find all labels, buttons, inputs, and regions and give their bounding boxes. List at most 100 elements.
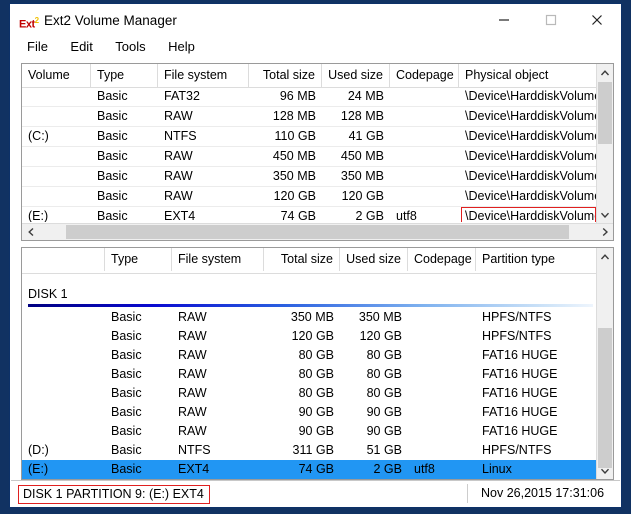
cell-volume: (E:)	[22, 207, 91, 222]
scroll-down-button[interactable]	[597, 462, 613, 479]
table-row[interactable]: BasicRAW90 GB90 GBFAT16 HUGE	[22, 422, 596, 441]
cell-ptype: FAT16 HUGE	[476, 384, 596, 403]
cell-codepage	[390, 127, 459, 146]
volumes-header-row: VolumeTypeFile systemTotal sizeUsed size…	[22, 64, 613, 88]
cell-used: 80 GB	[340, 384, 408, 403]
cell-codepage	[390, 107, 459, 126]
disk-group-header[interactable]: DISK 1	[22, 286, 596, 308]
status-divider	[467, 484, 468, 503]
cell-type: Basic	[91, 207, 158, 222]
table-row[interactable]: BasicFAT3296 MB24 MB\Device\HarddiskVolu…	[22, 87, 596, 107]
table-row[interactable]: BasicRAW90 GB90 GBFAT16 HUGE	[22, 403, 596, 422]
partitions-list[interactable]: DISK 1BasicRAW350 MB350 MBHPFS/NTFSBasic…	[22, 273, 596, 479]
cell-volume	[22, 167, 91, 186]
cell-physical: \Device\HarddiskVolume4	[459, 127, 596, 146]
table-row[interactable]: (C:)BasicNTFS110 GB41 GB\Device\Harddisk…	[22, 127, 596, 147]
partitions-column-header-total[interactable]: Total size	[264, 248, 340, 271]
table-row[interactable]: (E:)BasicEXT474 GB2 GButf8\Device\Harddi…	[22, 207, 596, 222]
cell-codepage: utf8	[408, 460, 476, 479]
scroll-thumb[interactable]	[598, 328, 612, 468]
cell-used: 24 MB	[322, 87, 390, 106]
volumes-column-header-type[interactable]: Type	[91, 64, 158, 87]
close-button[interactable]	[574, 4, 620, 35]
volumes-vertical-scrollbar[interactable]	[596, 64, 613, 223]
cell-fs: RAW	[172, 346, 264, 365]
partitions-vertical-scrollbar[interactable]	[596, 248, 613, 479]
partitions-column-header-fs[interactable]: File system	[172, 248, 264, 271]
cell-codepage: utf8	[390, 207, 459, 222]
scroll-up-button[interactable]	[597, 248, 613, 265]
scroll-down-button[interactable]	[597, 206, 613, 223]
cell-total: 120 GB	[249, 187, 322, 206]
minimize-button[interactable]	[481, 4, 527, 35]
partitions-column-header-ptype[interactable]: Partition type	[476, 248, 598, 271]
cell-codepage	[408, 384, 476, 403]
cell-total: 80 GB	[264, 384, 340, 403]
volumes-list[interactable]: BasicFAT3296 MB24 MB\Device\HarddiskVolu…	[22, 87, 596, 222]
cell-used: 90 GB	[340, 422, 408, 441]
list-spacer	[22, 273, 596, 286]
table-row[interactable]: (D:)BasicNTFS311 GB51 GBHPFS/NTFS	[22, 441, 596, 460]
status-selection-label: DISK 1 PARTITION 9: (E:) EXT4	[18, 485, 210, 504]
table-row[interactable]: BasicRAW120 GB120 GB\Device\HarddiskVolu…	[22, 187, 596, 207]
table-row[interactable]: BasicRAW120 GB120 GBHPFS/NTFS	[22, 327, 596, 346]
volumes-column-header-volume[interactable]: Volume	[22, 64, 91, 87]
volumes-column-header-used[interactable]: Used size	[322, 64, 390, 87]
cell-used: 450 MB	[322, 147, 390, 166]
menu-item-tools[interactable]: Tools	[106, 38, 154, 56]
maximize-button[interactable]	[528, 4, 574, 35]
partitions-column-header-used[interactable]: Used size	[340, 248, 408, 271]
table-row[interactable]: BasicRAW80 GB80 GBFAT16 HUGE	[22, 346, 596, 365]
partitions-header-row: TypeFile systemTotal sizeUsed sizeCodepa…	[22, 248, 613, 274]
menu-item-file[interactable]: File	[21, 38, 57, 56]
cell-volume	[22, 346, 105, 365]
cell-volume	[22, 365, 105, 384]
partitions-column-header-codepage[interactable]: Codepage	[408, 248, 476, 271]
cell-codepage	[408, 441, 476, 460]
volumes-column-header-fs[interactable]: File system	[158, 64, 249, 87]
cell-used: 41 GB	[322, 127, 390, 146]
app-icon-superscript: 2	[35, 16, 39, 25]
cell-fs: RAW	[158, 167, 249, 186]
scroll-up-button[interactable]	[597, 64, 613, 81]
disk-group-underline	[28, 304, 593, 307]
menu-bar: File Edit Tools Help	[10, 38, 621, 61]
cell-fs: RAW	[172, 403, 264, 422]
table-row-selected[interactable]: (E:)BasicEXT474 GB2 GButf8Linux	[22, 460, 596, 479]
cell-used: 120 GB	[322, 187, 390, 206]
cell-total: 128 MB	[249, 107, 322, 126]
volumes-column-header-physical[interactable]: Physical object	[459, 64, 598, 87]
volumes-horizontal-scrollbar[interactable]	[22, 223, 613, 240]
cell-volume	[22, 107, 91, 126]
partitions-column-header-volume[interactable]	[22, 248, 105, 271]
scroll-thumb[interactable]	[66, 225, 569, 239]
cell-volume	[22, 308, 105, 327]
menu-item-edit[interactable]: Edit	[61, 38, 101, 56]
cell-codepage	[408, 308, 476, 327]
volumes-column-header-codepage[interactable]: Codepage	[390, 64, 459, 87]
cell-type: Basic	[105, 384, 172, 403]
table-row[interactable]: BasicRAW350 MB350 MBHPFS/NTFS	[22, 308, 596, 327]
scroll-right-button[interactable]	[596, 224, 613, 240]
cell-fs: EXT4	[172, 460, 264, 479]
cell-volume	[22, 384, 105, 403]
volumes-column-header-total[interactable]: Total size	[249, 64, 322, 87]
table-row[interactable]: BasicRAW450 MB450 MB\Device\HarddiskVolu…	[22, 147, 596, 167]
table-row[interactable]: BasicRAW80 GB80 GBFAT16 HUGE	[22, 384, 596, 403]
menu-item-help[interactable]: Help	[159, 38, 204, 56]
cell-fs: RAW	[172, 327, 264, 346]
cell-ptype: HPFS/NTFS	[476, 308, 596, 327]
cell-fs: EXT4	[158, 207, 249, 222]
cell-type: Basic	[105, 327, 172, 346]
chevron-up-icon	[601, 254, 610, 260]
partitions-column-header-type[interactable]: Type	[105, 248, 172, 271]
table-row[interactable]: BasicRAW350 MB350 MB\Device\HarddiskVolu…	[22, 167, 596, 187]
table-row[interactable]: BasicRAW128 MB128 MB\Device\HarddiskVolu…	[22, 107, 596, 127]
scroll-thumb[interactable]	[598, 82, 612, 144]
cell-ptype: Linux	[476, 460, 596, 479]
cell-ptype: HPFS/NTFS	[476, 327, 596, 346]
table-row[interactable]: BasicRAW80 GB80 GBFAT16 HUGE	[22, 365, 596, 384]
cell-codepage	[390, 187, 459, 206]
cell-codepage	[408, 403, 476, 422]
scroll-left-button[interactable]	[22, 224, 39, 240]
